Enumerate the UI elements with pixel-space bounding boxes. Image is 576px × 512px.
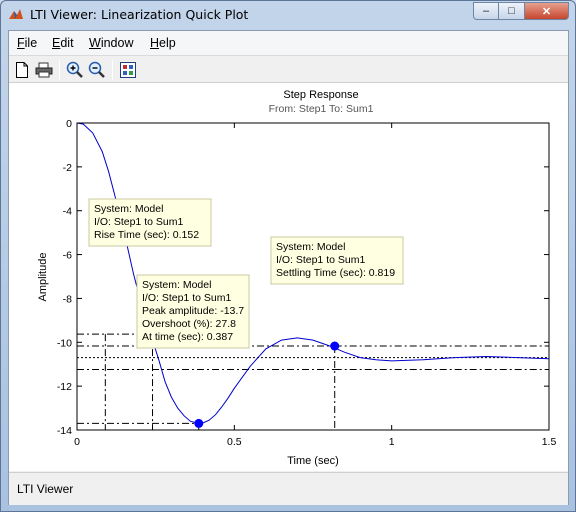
chart-title: Step Response — [283, 89, 358, 101]
menu-window[interactable]: Window — [89, 36, 133, 50]
settling-time-marker — [330, 341, 340, 351]
x-tick-label: 0.5 — [227, 436, 242, 448]
maximize-button[interactable]: □ — [499, 2, 525, 20]
y-axis-label: Amplitude — [37, 253, 49, 302]
client-area: File Edit Window Help Step Response From… — [8, 30, 569, 505]
datatip-line: System: Model — [142, 279, 211, 291]
y-tick-label: -14 — [57, 425, 72, 437]
x-axis-label: Time (sec) — [287, 455, 339, 467]
datatip-line: I/O: Step1 to Sum1 — [142, 292, 231, 304]
toolbar-separator — [59, 60, 60, 80]
menu-edit[interactable]: Edit — [52, 36, 74, 50]
y-tick-label: 0 — [66, 118, 72, 130]
menu-edit-rest: dit — [60, 36, 74, 50]
menu-file-accel: F — [17, 36, 25, 50]
zoom-out-button[interactable] — [87, 60, 107, 80]
zoom-out-icon — [88, 61, 105, 78]
close-button[interactable]: ✕ — [525, 2, 569, 20]
plot-figure[interactable]: Step Response From: Step1 To: Sum1 0 0.5 1… — [9, 83, 568, 471]
new-document-button[interactable] — [12, 60, 32, 80]
status-text: LTI Viewer — [17, 482, 74, 496]
x-tick-label: 1.5 — [542, 436, 557, 448]
chart-subtitle: From: Step1 To: Sum1 — [269, 103, 374, 115]
datatip-line: Overshoot (%): 27.8 — [142, 318, 236, 330]
status-bar: LTI Viewer — [9, 472, 568, 505]
menu-window-accel: W — [89, 36, 101, 50]
peak-marker — [194, 418, 204, 428]
window-title: LTI Viewer: Linearization Quick Plot — [30, 7, 249, 22]
new-document-icon — [16, 62, 28, 78]
menu-file-rest: ile — [24, 36, 38, 50]
menu-help[interactable]: Help — [150, 36, 176, 50]
rise-time-datatip: System: ModelI/O: Step1 to Sum1Rise Time… — [88, 198, 212, 247]
datatip-line: I/O: Step1 to Sum1 — [94, 216, 183, 228]
menu-help-accel: H — [150, 36, 160, 50]
y-tick-label: -8 — [63, 293, 72, 305]
y-tick-label: -2 — [63, 162, 72, 174]
y-tick-label: -12 — [57, 381, 72, 393]
matlab-app-icon — [9, 9, 23, 19]
datatip-line: I/O: Step1 to Sum1 — [276, 254, 365, 266]
step-response-chart[interactable]: Step Response From: Step1 To: Sum1 0 0.5 1… — [9, 83, 568, 471]
menu-bar: File Edit Window Help — [9, 31, 568, 56]
x-tick-label: 0 — [74, 436, 80, 448]
lti-viewer-window: LTI Viewer: Linearization Quick Plot – □… — [0, 0, 576, 512]
peak-datatip: System: ModelI/O: Step1 to Sum1Peak ampl… — [136, 274, 250, 349]
title-bar[interactable]: LTI Viewer: Linearization Quick Plot – □… — [1, 1, 575, 29]
y-tick-label: -6 — [63, 250, 72, 262]
toolbar-separator — [112, 60, 113, 80]
minimize-button[interactable]: – — [473, 2, 499, 20]
y-tick-label: -10 — [57, 337, 72, 349]
zoom-in-icon — [66, 61, 83, 78]
plot-configuration-button[interactable] — [118, 60, 138, 80]
datatip-line: Peak amplitude: -13.7 — [142, 305, 244, 317]
menu-help-rest: elp — [159, 36, 176, 50]
plot-configuration-icon — [120, 62, 136, 78]
x-tick-label: 1 — [389, 436, 395, 448]
print-button[interactable] — [34, 60, 54, 80]
menu-file[interactable]: File — [17, 36, 37, 50]
y-tick-label: -4 — [63, 206, 72, 218]
datatip-line: System: Model — [276, 241, 345, 253]
settling-time-datatip: System: ModelI/O: Step1 to Sum1Settling … — [270, 236, 404, 285]
menu-window-rest: indow — [100, 36, 134, 50]
zoom-in-button[interactable] — [65, 60, 85, 80]
datatip-line: Settling Time (sec): 0.819 — [276, 267, 395, 279]
datatip-line: At time (sec): 0.387 — [142, 331, 233, 343]
toolbar — [9, 56, 568, 83]
datatip-line: System: Model — [94, 203, 163, 215]
datatip-line: Rise Time (sec): 0.152 — [94, 229, 199, 241]
print-icon — [35, 62, 53, 78]
